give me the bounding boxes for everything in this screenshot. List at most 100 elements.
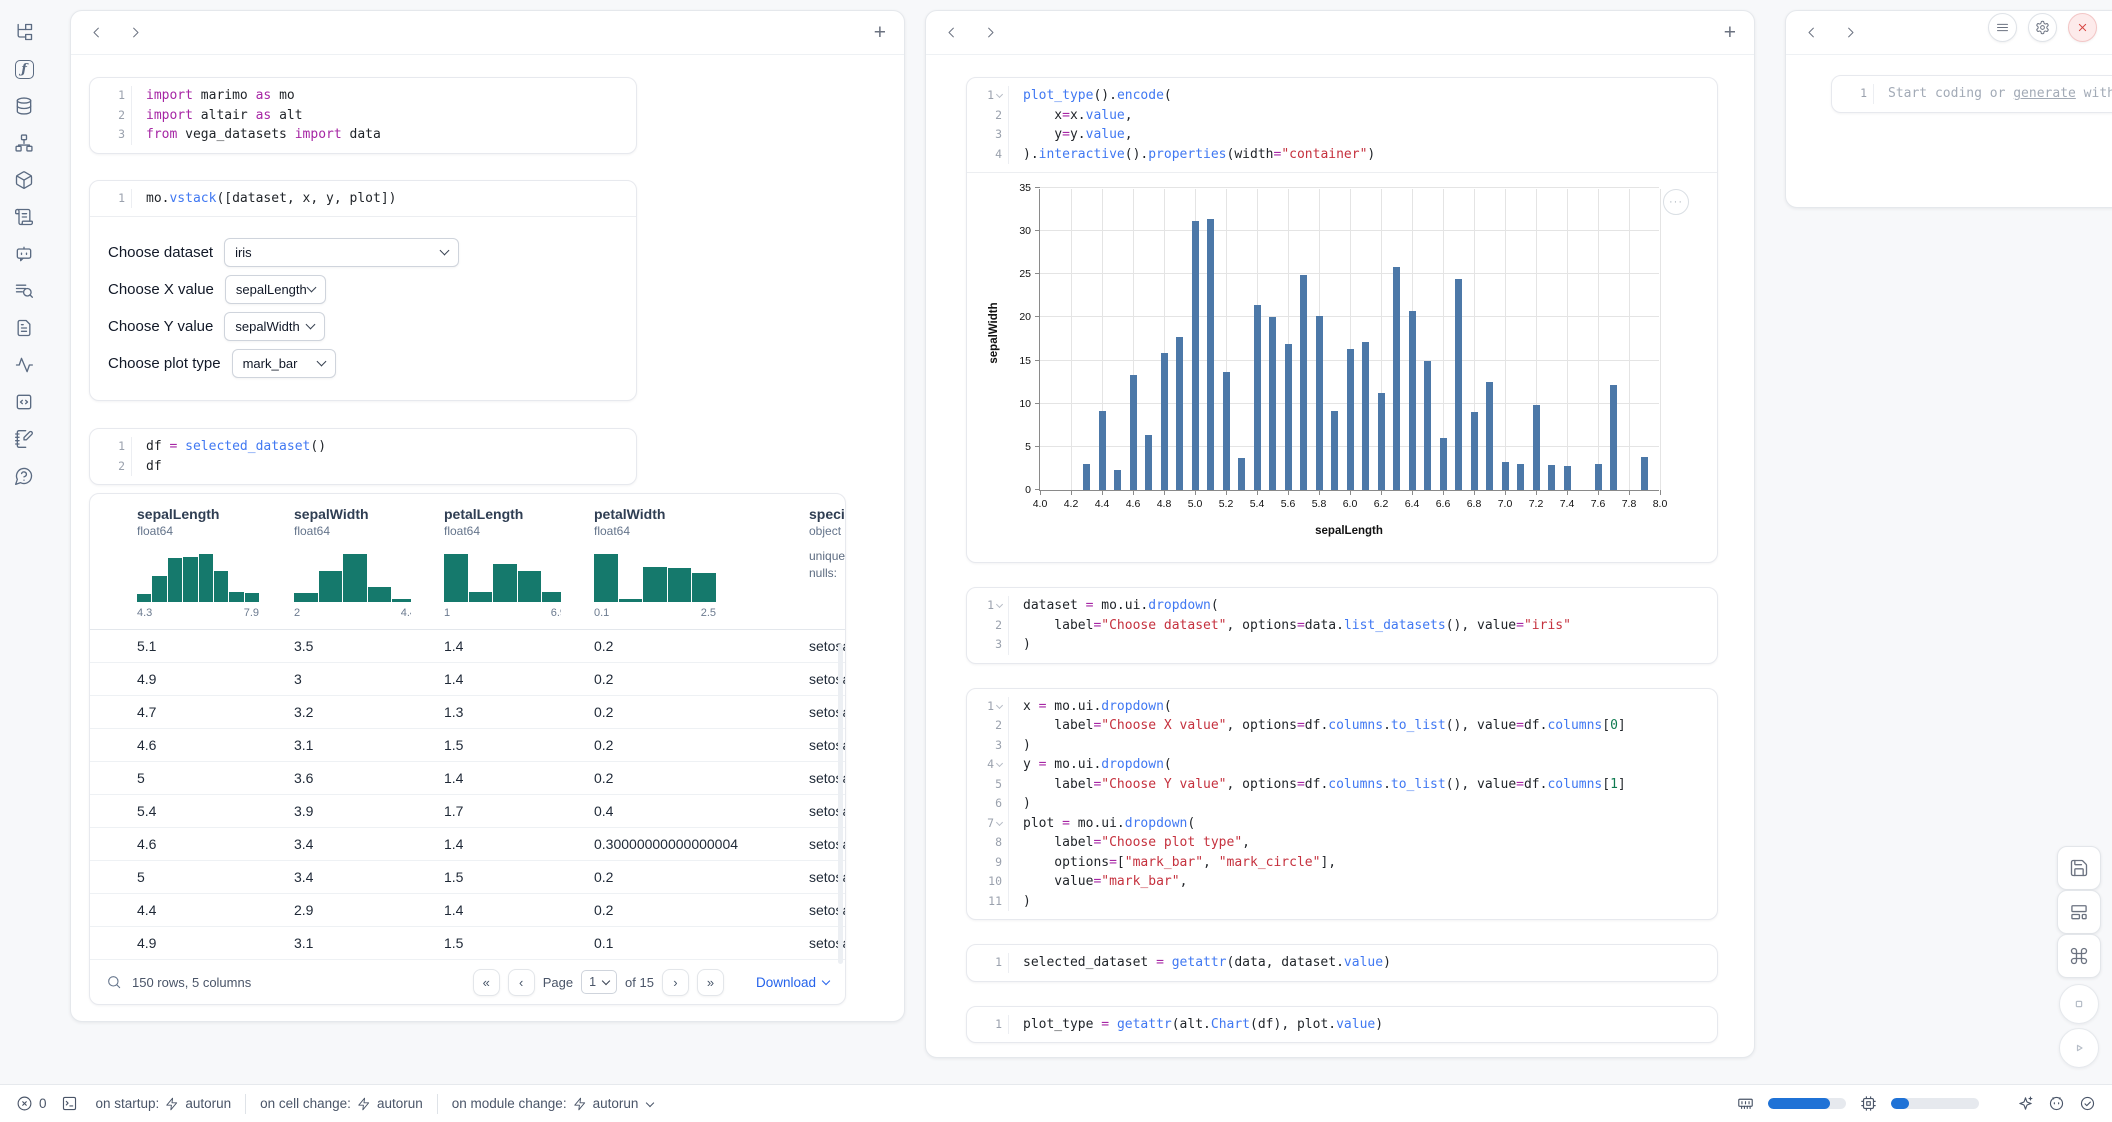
column-header-sepalLength[interactable]: sepalLengthfloat644.37.9 bbox=[104, 506, 261, 619]
bar-chart[interactable]: 4.04.24.44.64.85.05.25.45.65.86.06.26.46… bbox=[967, 173, 1717, 563]
add-cell-button[interactable]: + bbox=[874, 22, 886, 43]
table-row[interactable]: 53.41.50.2setosa bbox=[90, 861, 845, 894]
datasources-icon[interactable] bbox=[12, 94, 36, 118]
code-cell-selected-dataset: 1selected_dataset = getattr(data, datase… bbox=[966, 944, 1718, 982]
table-row[interactable]: 4.73.21.30.2setosa bbox=[90, 696, 845, 729]
scroll-right-icon[interactable] bbox=[1843, 25, 1858, 40]
connection-status-button[interactable] bbox=[2079, 1095, 2096, 1112]
table-row[interactable]: 4.63.41.40.30000000000000004setosa bbox=[90, 828, 845, 861]
column-header-sepalWidth[interactable]: sepalWidthfloat6424.4 bbox=[261, 506, 411, 619]
download-button[interactable]: Download bbox=[756, 975, 829, 990]
code-editor[interactable]: 1dataset = mo.ui.dropdown(2 label="Choos… bbox=[967, 588, 1717, 663]
table-cell: 5 bbox=[104, 770, 261, 786]
scroll-left-icon[interactable] bbox=[944, 25, 959, 40]
assistant-button[interactable] bbox=[2048, 1095, 2065, 1112]
table-row[interactable]: 53.61.40.2setosa bbox=[90, 762, 845, 795]
table-row[interactable]: 5.43.91.70.4setosa bbox=[90, 795, 845, 828]
add-cell-button[interactable]: + bbox=[1724, 22, 1736, 43]
error-count: 0 bbox=[39, 1096, 47, 1111]
plot-type-select[interactable]: mark_bar bbox=[232, 349, 336, 378]
stop-button[interactable] bbox=[2059, 984, 2099, 1024]
scroll-right-icon[interactable] bbox=[983, 25, 998, 40]
help-icon[interactable] bbox=[12, 464, 36, 488]
outline-icon[interactable] bbox=[12, 205, 36, 229]
chart-plot-area[interactable]: 4.04.24.44.64.85.05.25.45.65.86.06.26.46… bbox=[1039, 189, 1659, 491]
ai-assist-button[interactable] bbox=[2017, 1095, 2034, 1112]
x-value-select[interactable]: sepalLength bbox=[225, 275, 326, 304]
save-button[interactable] bbox=[2057, 846, 2101, 890]
error-indicator[interactable]: 0 bbox=[16, 1095, 47, 1112]
search-icon[interactable] bbox=[106, 974, 122, 990]
line-number: 9 bbox=[967, 853, 1009, 873]
runtime-config-item[interactable]: on module change:autorun bbox=[452, 1096, 654, 1111]
dataset-select[interactable]: iris bbox=[224, 238, 459, 267]
runtime-config-item[interactable]: on startup:autorun bbox=[96, 1096, 232, 1111]
documentation-icon[interactable] bbox=[12, 316, 36, 340]
chart-bar bbox=[1099, 411, 1106, 490]
ai-chat-icon[interactable] bbox=[12, 242, 36, 266]
line-number: 1 bbox=[967, 1015, 1009, 1035]
table-cell: setosa bbox=[773, 935, 846, 951]
run-all-button[interactable] bbox=[2059, 1028, 2099, 1068]
close-panel-button[interactable] bbox=[2068, 13, 2097, 42]
code-editor[interactable]: 1plot_type = getattr(alt.Chart(df), plot… bbox=[967, 1007, 1717, 1043]
fold-chevron-icon[interactable] bbox=[996, 819, 1003, 826]
code-editor[interactable]: 1mo.vstack([dataset, x, y, plot]) bbox=[90, 181, 636, 217]
prev-page-button[interactable]: ‹ bbox=[508, 969, 535, 996]
variables-icon[interactable]: ƒ bbox=[12, 57, 36, 81]
page-select[interactable]: 1 bbox=[581, 970, 617, 994]
terminal-button[interactable] bbox=[61, 1095, 78, 1112]
chart-bar bbox=[1331, 411, 1338, 490]
line-number: 1 bbox=[967, 953, 1009, 973]
first-page-button[interactable]: « bbox=[473, 969, 500, 996]
tracing-icon[interactable] bbox=[12, 353, 36, 377]
chart-bar bbox=[1130, 375, 1137, 490]
control-label: Choose dataset bbox=[108, 244, 213, 261]
table-cell: 1.7 bbox=[411, 803, 561, 819]
notebook-menu-button[interactable] bbox=[1988, 13, 2017, 42]
line-number: 4 bbox=[967, 755, 1009, 775]
scroll-right-icon[interactable] bbox=[128, 25, 143, 40]
scroll-left-icon[interactable] bbox=[1804, 25, 1819, 40]
code-editor[interactable]: 1x = mo.ui.dropdown(2 label="Choose X va… bbox=[967, 689, 1717, 920]
runtime-config-item[interactable]: on cell change:autorun bbox=[260, 1096, 423, 1111]
runtime-config: on startup:autorun on cell change:autorun… bbox=[96, 1094, 654, 1114]
fold-chevron-icon[interactable] bbox=[996, 702, 1003, 709]
table-row[interactable]: 5.13.51.40.2setosa bbox=[90, 630, 845, 663]
code-editor[interactable]: 1plot_type().encode(2 x=x.value,3 y=y.va… bbox=[967, 78, 1717, 172]
layout-toggle-button[interactable] bbox=[2057, 890, 2101, 934]
table-cell: setosa bbox=[773, 737, 846, 753]
table-cell: setosa bbox=[773, 803, 846, 819]
file-explorer-icon[interactable] bbox=[12, 20, 36, 44]
fold-chevron-icon[interactable] bbox=[996, 91, 1003, 98]
table-row[interactable]: 4.93.11.50.1setosa bbox=[90, 927, 845, 960]
logs-icon[interactable] bbox=[12, 279, 36, 303]
last-page-button[interactable]: » bbox=[697, 969, 724, 996]
scroll-left-icon[interactable] bbox=[89, 25, 104, 40]
fold-chevron-icon[interactable] bbox=[996, 601, 1003, 608]
y-value-select[interactable]: sepalWidth bbox=[224, 312, 325, 341]
settings-button[interactable] bbox=[2028, 13, 2057, 42]
snippets-icon[interactable] bbox=[12, 390, 36, 414]
scratchpad-icon[interactable] bbox=[12, 427, 36, 451]
code-editor[interactable]: 1import marimo as mo2import altair as al… bbox=[90, 78, 636, 153]
table-row[interactable]: 4.42.91.40.2setosa bbox=[90, 894, 845, 927]
command-palette-button[interactable] bbox=[2057, 934, 2101, 978]
table-scrollbar[interactable] bbox=[838, 644, 843, 964]
code-editor-placeholder[interactable]: Start coding or generate with AI. bbox=[1874, 84, 2112, 104]
table-row[interactable]: 4.63.11.50.2setosa bbox=[90, 729, 845, 762]
table-cell: 0.30000000000000004 bbox=[561, 836, 773, 852]
fold-chevron-icon[interactable] bbox=[996, 760, 1003, 767]
chart-actions-button[interactable]: ··· bbox=[1663, 189, 1689, 215]
line-number: 1 bbox=[967, 86, 1009, 106]
code-editor[interactable]: 1df = selected_dataset()2df bbox=[90, 429, 636, 484]
column-header-petalLength[interactable]: petalLengthfloat6416.9 bbox=[411, 506, 561, 619]
column-header-petalWidth[interactable]: petalWidthfloat640.12.5 bbox=[561, 506, 773, 619]
packages-icon[interactable] bbox=[12, 168, 36, 192]
table-row[interactable]: 4.931.40.2setosa bbox=[90, 663, 845, 696]
code-editor[interactable]: 1selected_dataset = getattr(data, datase… bbox=[967, 945, 1717, 981]
next-page-button[interactable]: › bbox=[662, 969, 689, 996]
column-header-species[interactable]: speciesobjectunique:nulls: bbox=[773, 506, 846, 619]
dependencies-icon[interactable] bbox=[12, 131, 36, 155]
table-cell: 3.9 bbox=[261, 803, 411, 819]
